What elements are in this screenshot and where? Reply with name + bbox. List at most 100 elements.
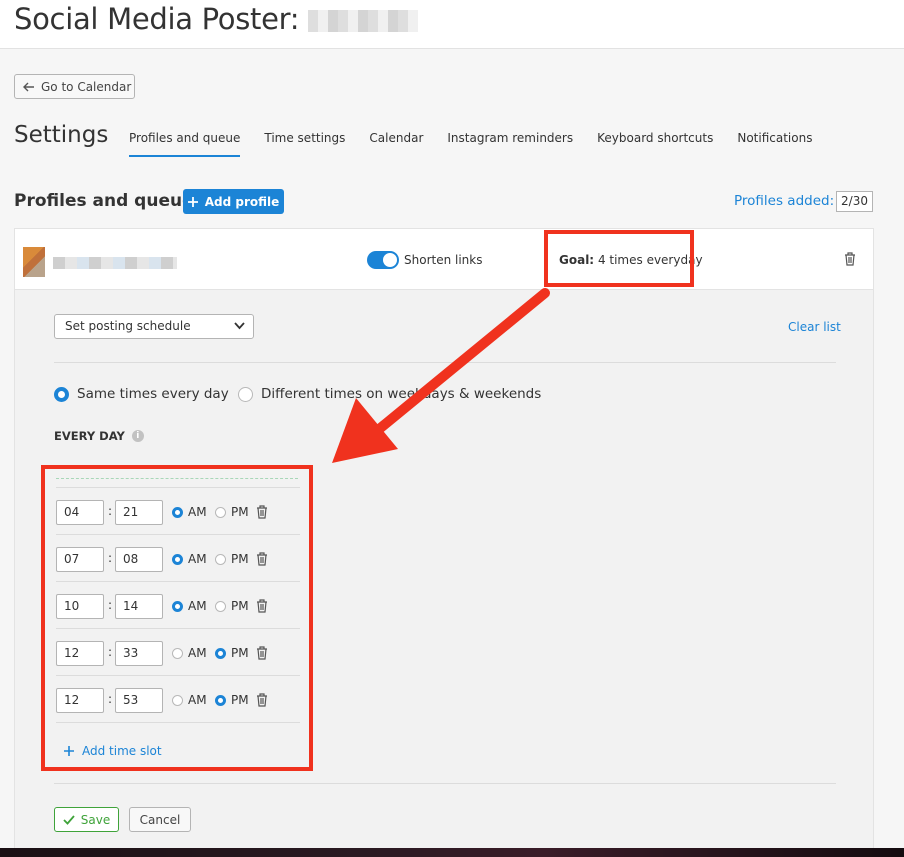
add-time-slot-button[interactable]: Add time slot [64,744,162,758]
am-radio[interactable] [172,553,183,565]
time-slot: 12 : 53 AM PM [56,675,300,723]
add-time-slot-label: Add time slot [82,744,162,758]
profiles-added-label: Profiles added: [734,193,835,209]
time-separator: : [108,504,113,518]
minute-input[interactable]: 14 [115,594,163,619]
pm-radio[interactable] [215,553,226,565]
delete-slot-trash-icon[interactable] [256,599,268,613]
goal-highlight-annotation [544,230,694,287]
cancel-label: Cancel [139,812,181,827]
minute-input[interactable]: 08 [115,547,163,572]
am-label: AM [188,599,207,613]
pm-option[interactable]: PM [215,599,249,613]
redacted-account-name [308,10,418,32]
pm-option[interactable]: PM [215,552,249,566]
add-profile-label: Add profile [204,194,280,209]
am-radio[interactable] [172,506,183,518]
plus-icon [64,746,74,756]
pm-label: PM [231,693,249,707]
tab-keyboard-shortcuts[interactable]: Keyboard shortcuts [597,131,713,157]
hour-input[interactable]: 04 [56,500,104,525]
pm-label: PM [231,552,249,566]
delete-slot-trash-icon[interactable] [256,693,268,707]
profiles-count: 2/30 [836,191,873,212]
am-option[interactable]: AM [172,646,207,660]
pm-radio[interactable] [215,600,226,612]
am-option[interactable]: AM [172,693,207,707]
add-profile-button[interactable]: Add profile [183,189,284,214]
pm-label: PM [231,599,249,613]
am-option[interactable]: AM [172,505,207,519]
schedule-panel: Set posting schedule Clear list Same tim… [14,290,874,857]
am-radio[interactable] [172,600,183,612]
time-separator: : [108,598,113,612]
delete-profile-trash-icon[interactable] [844,252,856,266]
minute-input[interactable]: 53 [115,688,163,713]
am-option[interactable]: AM [172,552,207,566]
check-icon [63,814,75,825]
pm-radio[interactable] [215,647,226,659]
tab-calendar[interactable]: Calendar [369,131,423,157]
save-label: Save [80,812,111,827]
time-separator: : [108,692,113,706]
time-slot: 12 : 33 AM PM [56,628,300,675]
option-same-times[interactable]: Same times every day [54,386,229,402]
am-radio[interactable] [172,647,183,659]
posting-schedule-value: Set posting schedule [65,319,191,333]
time-separator: : [108,551,113,565]
chevron-down-icon [234,322,245,330]
time-slot: 07 : 08 AM PM [56,534,300,581]
cancel-button[interactable]: Cancel [129,807,191,832]
save-button[interactable]: Save [54,807,119,832]
am-radio[interactable] [172,694,183,706]
pm-label: PM [231,505,249,519]
delete-slot-trash-icon[interactable] [256,552,268,566]
hour-input[interactable]: 10 [56,594,104,619]
tab-notifications[interactable]: Notifications [737,131,812,157]
option-same-times-label: Same times every day [77,386,229,402]
pm-option[interactable]: PM [215,505,249,519]
am-label: AM [188,552,207,566]
pm-radio[interactable] [215,506,226,518]
am-label: AM [188,646,207,660]
redacted-profile-name [53,257,177,269]
time-slot: 10 : 14 AM PM [56,581,300,628]
profiles-heading: Profiles and queue [14,191,194,211]
hour-input[interactable]: 12 [56,641,104,666]
time-slot: 04 : 21 AM PM [56,487,300,534]
clear-list-link[interactable]: Clear list [788,320,841,334]
shorten-links-label: Shorten links [404,253,483,267]
am-option[interactable]: AM [172,599,207,613]
divider [54,362,836,363]
profile-row: Shorten links Goal: 4 times everyday [14,228,874,290]
am-label: AM [188,505,207,519]
hour-input[interactable]: 12 [56,688,104,713]
posting-schedule-select[interactable]: Set posting schedule [54,314,254,339]
pm-radio[interactable] [215,694,226,706]
info-icon[interactable]: i [131,430,144,442]
am-label: AM [188,693,207,707]
hour-input[interactable]: 07 [56,547,104,572]
option-different-times[interactable]: Different times on weekdays & weekends [238,386,541,402]
divider [54,783,836,784]
minute-input[interactable]: 21 [115,500,163,525]
pm-option[interactable]: PM [215,646,249,660]
tab-time-settings[interactable]: Time settings [264,131,345,157]
option-different-times-label: Different times on weekdays & weekends [261,386,542,402]
tab-instagram-reminders[interactable]: Instagram reminders [447,131,573,157]
delete-slot-trash-icon[interactable] [256,505,268,519]
shorten-links-toggle[interactable] [367,251,399,269]
pm-option[interactable]: PM [215,693,249,707]
delete-slot-trash-icon[interactable] [256,646,268,660]
bottom-edge [0,848,904,857]
go-to-calendar-button[interactable]: Go to Calendar [14,74,135,99]
radio-same-times[interactable] [54,386,69,402]
avatar [23,247,45,277]
settings-tabs: Profiles and queue Time settings Calenda… [129,131,836,157]
tab-profiles-and-queue[interactable]: Profiles and queue [129,131,241,157]
top-bar: Social Media Poster: [0,0,904,49]
slots-top-line [56,478,298,479]
radio-different-times[interactable] [238,386,253,402]
minute-input[interactable]: 33 [115,641,163,666]
time-slots-box: 04 : 21 AM PM 07 : 08 AM PM 10 : 14 AM P… [41,465,313,771]
